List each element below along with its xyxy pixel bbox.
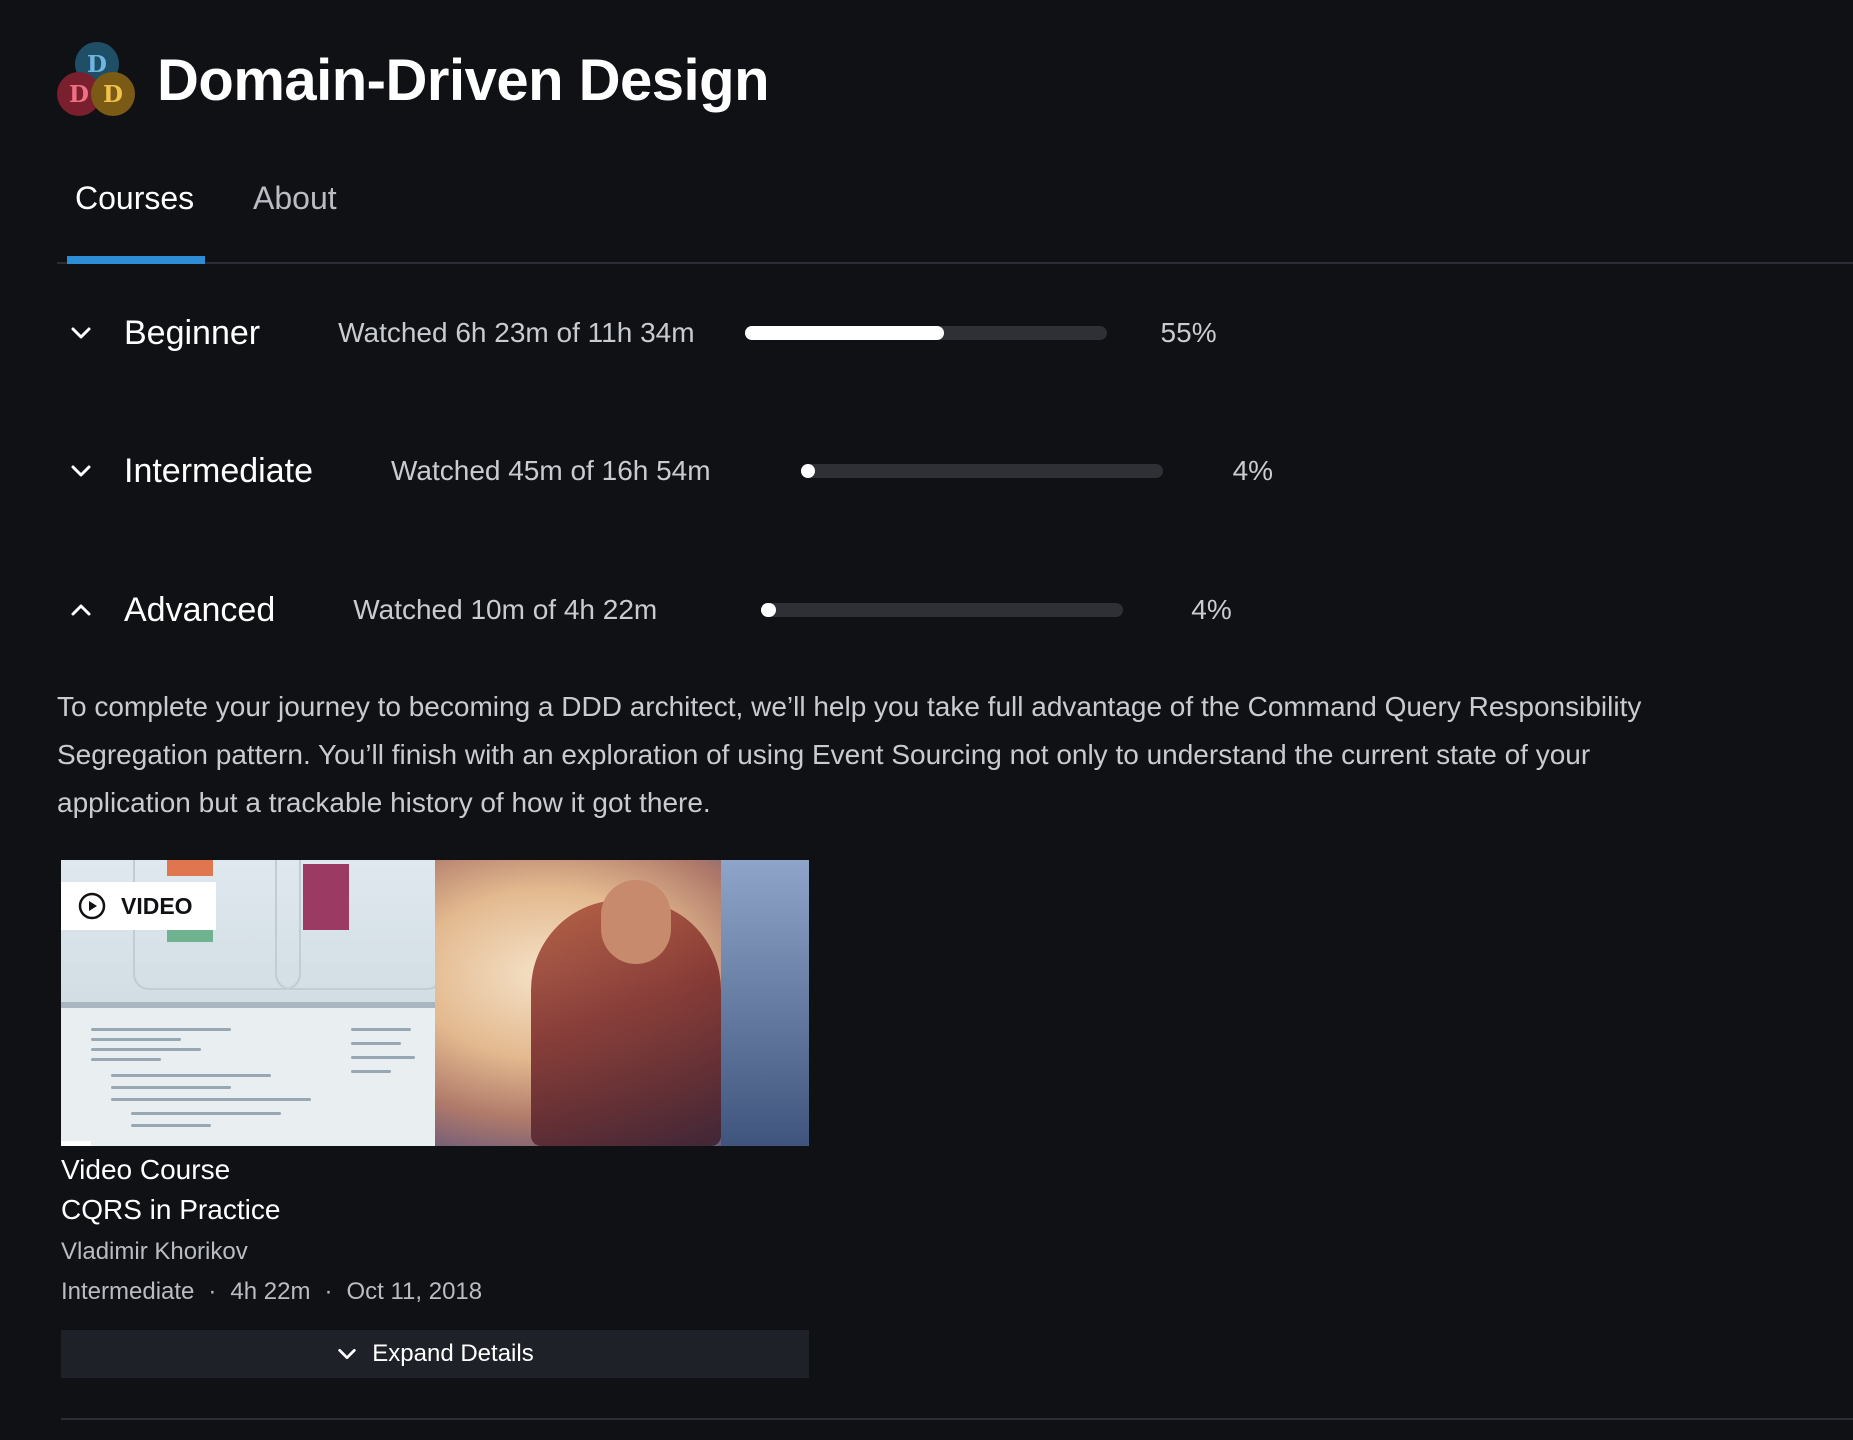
page-header: D D D Domain-Driven Design [57,40,770,120]
level-name: Intermediate [124,451,313,490]
tab-about[interactable]: About [253,180,337,217]
chevron-down-icon [338,1348,356,1360]
level-row-intermediate[interactable]: Intermediate Watched 45m of 16h 54m 4% [57,441,1273,501]
video-badge-label: VIDEO [121,892,193,919]
course-type: Video Course [61,1154,231,1185]
progress-fill [744,326,944,340]
chevron-down-icon [57,459,103,483]
progress-fill [800,464,816,478]
course-meta: Intermediate · 4h 22m · Oct 11, 2018 [61,1274,809,1310]
progress-percent: 4% [1191,594,1232,625]
chevron-down-icon [57,321,103,345]
page-title: Domain-Driven Design [157,47,770,113]
level-name: Advanced [124,590,276,629]
level-name: Beginner [124,313,261,352]
progress-fill [761,603,776,617]
expand-details-label: Expand Details [372,1340,534,1367]
watched-text: Watched 6h 23m of 11h 34m [338,317,695,348]
chevron-up-icon [57,598,103,622]
active-tab-indicator [67,256,205,264]
progress-track [761,603,1124,617]
meta-separator: · [324,1278,333,1305]
advanced-description: To complete your journey to becoming a D… [57,691,1642,818]
play-circle-icon [78,892,106,920]
expand-details-button[interactable]: Expand Details [61,1330,809,1378]
watched-text: Watched 45m of 16h 54m [391,455,711,486]
course-date: Oct 11, 2018 [346,1278,483,1305]
course-level: Intermediate [61,1278,195,1305]
level-row-advanced[interactable]: Advanced Watched 10m of 4h 22m 4% [57,580,1232,640]
level-row-beginner[interactable]: Beginner Watched 6h 23m of 11h 34m 55% [57,303,1217,363]
section-divider [61,1418,1853,1420]
course-duration: 4h 22m [230,1278,311,1305]
progress-percent: 4% [1232,455,1274,486]
ddd-logo: D D D [57,40,137,120]
watched-text: Watched 10m of 4h 22m [353,594,658,625]
tab-courses[interactable]: Courses [75,180,194,217]
meta-separator: · [208,1278,217,1305]
logo-circle-gold: D [91,72,135,116]
course-thumbnail[interactable]: VIDEO [61,860,809,1146]
tab-bar: Courses About [57,160,1853,264]
progress-track [800,464,1163,478]
course-author[interactable]: Vladimir Khorikov [61,1234,809,1270]
thumbnail-progress [61,1141,91,1146]
course-title[interactable]: CQRS in Practice [61,1190,809,1230]
video-badge: VIDEO [61,882,216,930]
progress-track [744,326,1107,340]
progress-percent: 55% [1160,317,1217,348]
course-card[interactable]: VIDEO Video Course CQRS in Practice Vlad… [61,860,809,1378]
